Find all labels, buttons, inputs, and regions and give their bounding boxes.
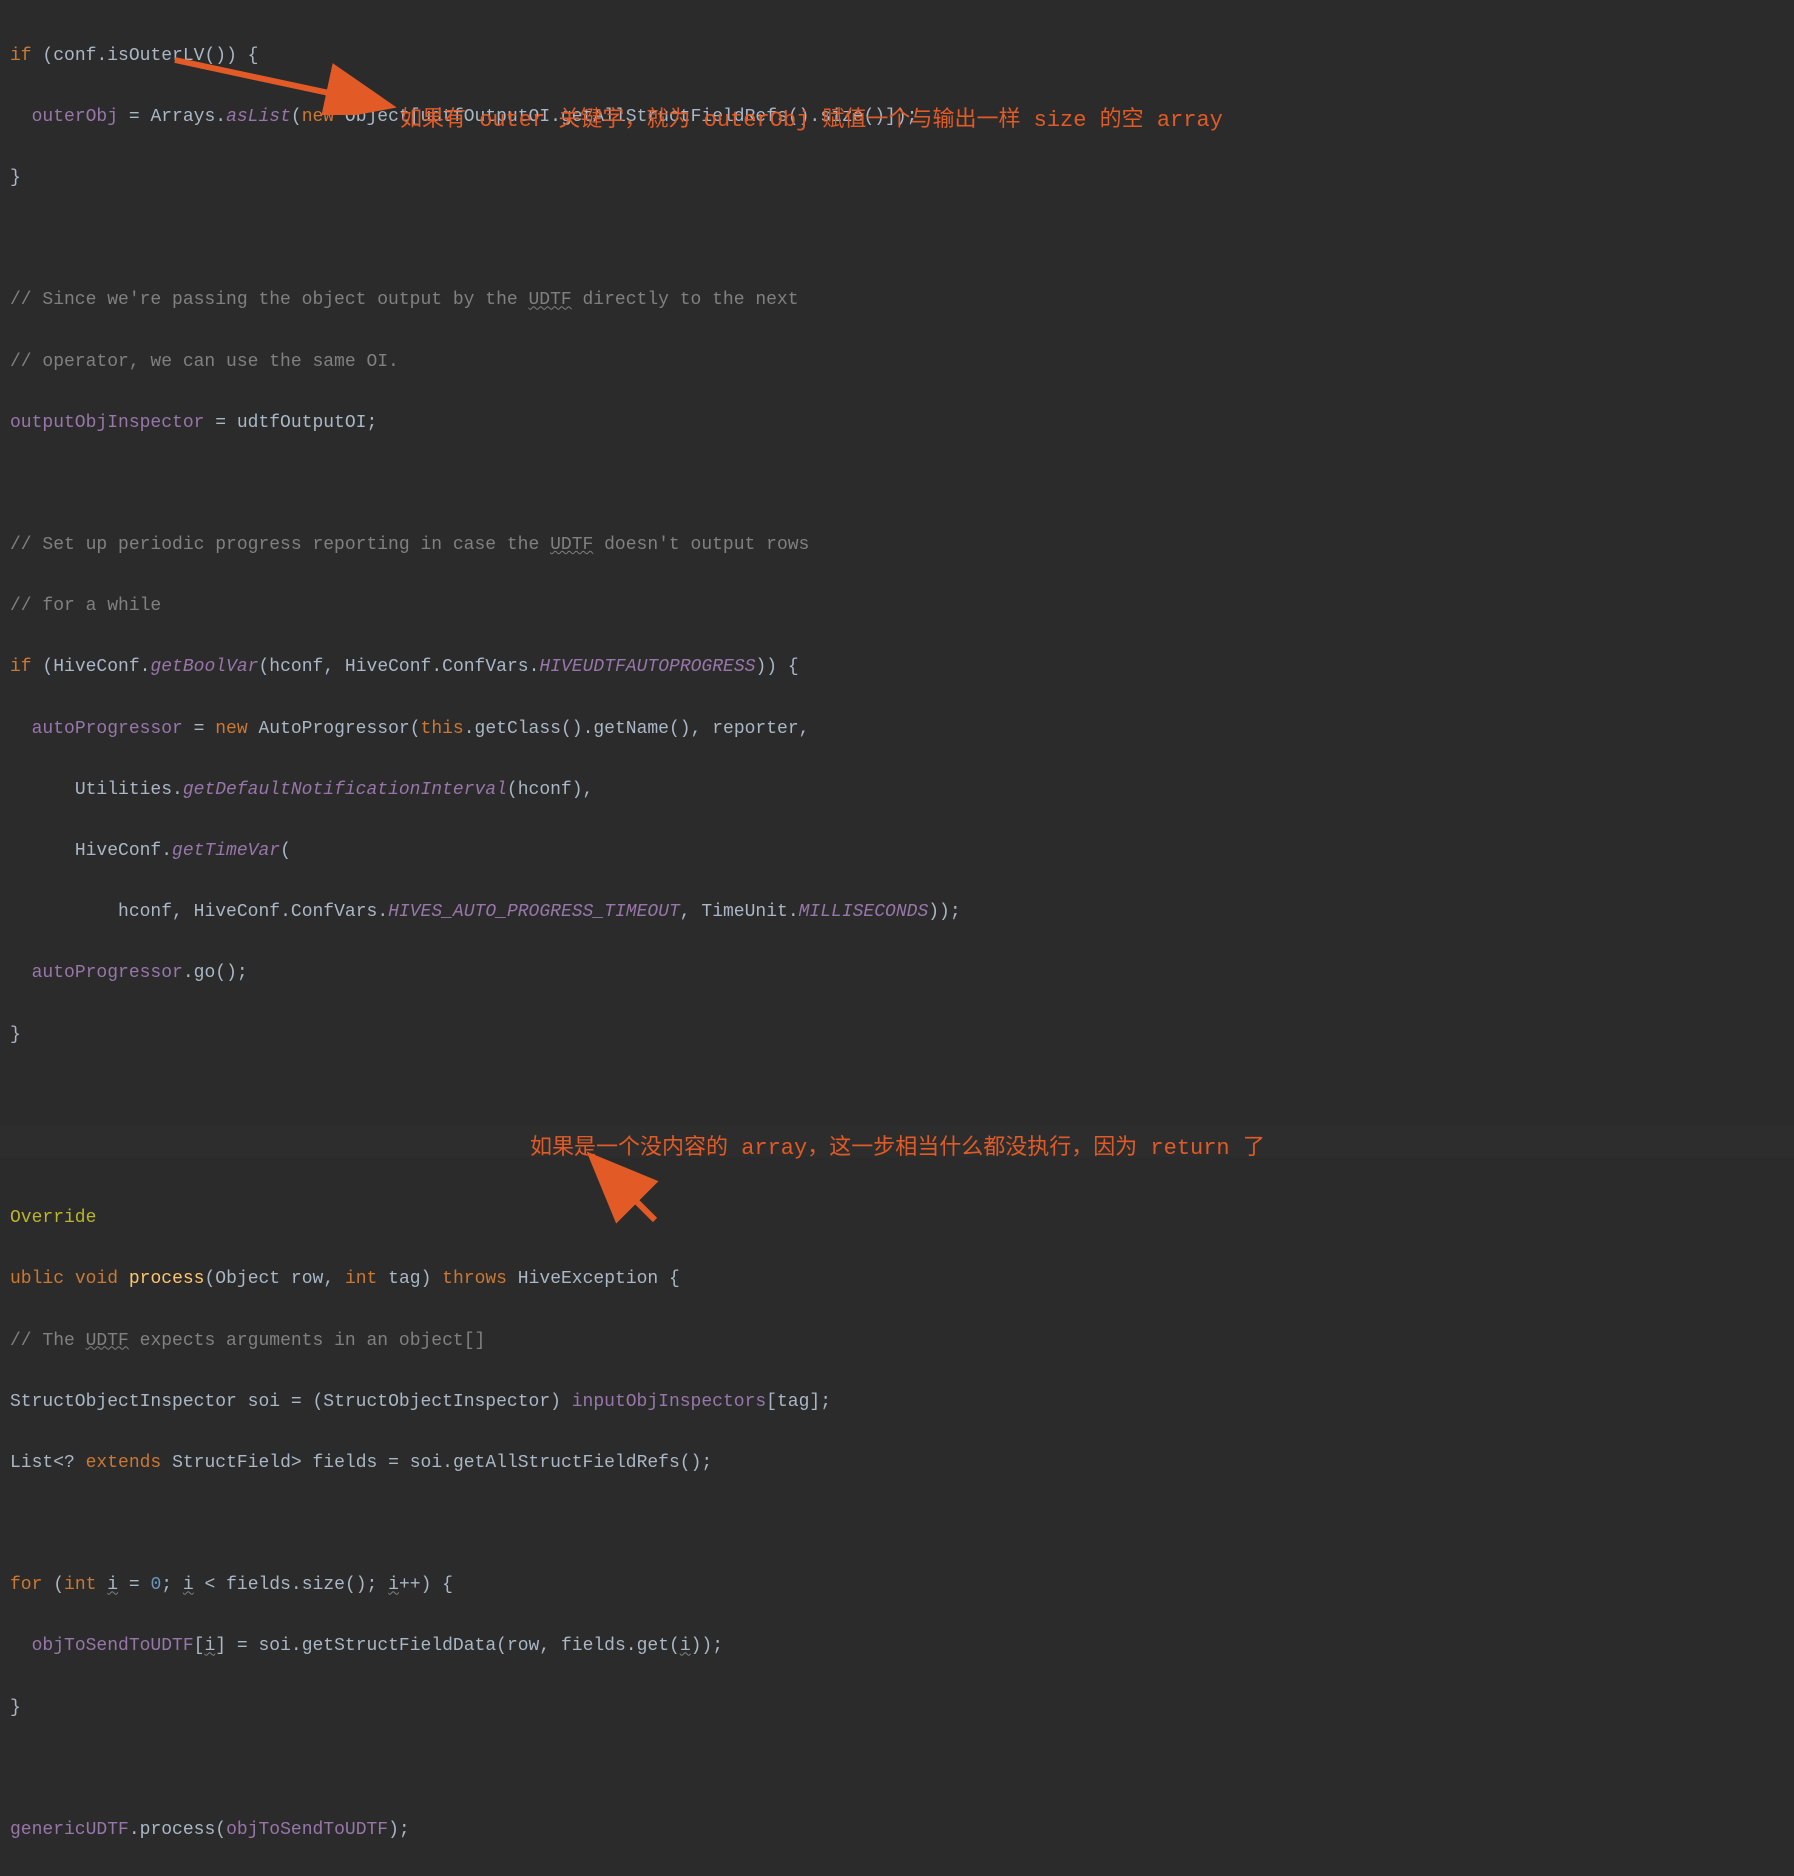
blank-line: [10, 1081, 1794, 1112]
code-line: }: [10, 1020, 1794, 1051]
code-line: hconf, HiveConf.ConfVars.HIVES_AUTO_PROG…: [10, 897, 1794, 928]
code-line: ublic void process(Object row, int tag) …: [10, 1264, 1794, 1295]
code-line: autoProgressor = new AutoProgressor(this…: [10, 714, 1794, 745]
code-line: // Since we're passing the object output…: [10, 285, 1794, 316]
annotation-text-1: 如果有 outer 关键字，就为 outerObj 赋值一个与输出一样 size…: [400, 102, 1223, 139]
code-line: objToSendToUDTF[i] = soi.getStructFieldD…: [10, 1631, 1794, 1662]
blank-line: [10, 469, 1794, 500]
code-line: if (HiveConf.getBoolVar(hconf, HiveConf.…: [10, 652, 1794, 683]
code-line: Override: [10, 1203, 1794, 1234]
code-line: for (int i = 0; i < fields.size(); i++) …: [10, 1570, 1794, 1601]
code-line: Utilities.getDefaultNotificationInterval…: [10, 775, 1794, 806]
code-line: }: [10, 163, 1794, 194]
code-line: }: [10, 1693, 1794, 1724]
code-line: List<? extends StructField> fields = soi…: [10, 1448, 1794, 1479]
code-line: StructObjectInspector soi = (StructObjec…: [10, 1387, 1794, 1418]
code-line: // for a while: [10, 591, 1794, 622]
code-line: if (conf.isOuterLV()) {: [10, 41, 1794, 72]
blank-line: [10, 1754, 1794, 1785]
code-line: genericUDTF.process(objToSendToUDTF);: [10, 1815, 1794, 1846]
code-line: outputObjInspector = udtfOutputOI;: [10, 408, 1794, 439]
code-line: // The UDTF expects arguments in an obje…: [10, 1326, 1794, 1357]
code-editor[interactable]: if (conf.isOuterLV()) { outerObj = Array…: [10, 10, 1794, 1876]
blank-line: [10, 224, 1794, 255]
blank-line: [10, 1509, 1794, 1540]
annotation-text-2: 如果是一个没内容的 array，这一步相当什么都没执行，因为 return 了: [530, 1130, 1265, 1167]
code-line: // operator, we can use the same OI.: [10, 347, 1794, 378]
code-line: HiveConf.getTimeVar(: [10, 836, 1794, 867]
code-line: autoProgressor.go();: [10, 958, 1794, 989]
code-line: // Set up periodic progress reporting in…: [10, 530, 1794, 561]
